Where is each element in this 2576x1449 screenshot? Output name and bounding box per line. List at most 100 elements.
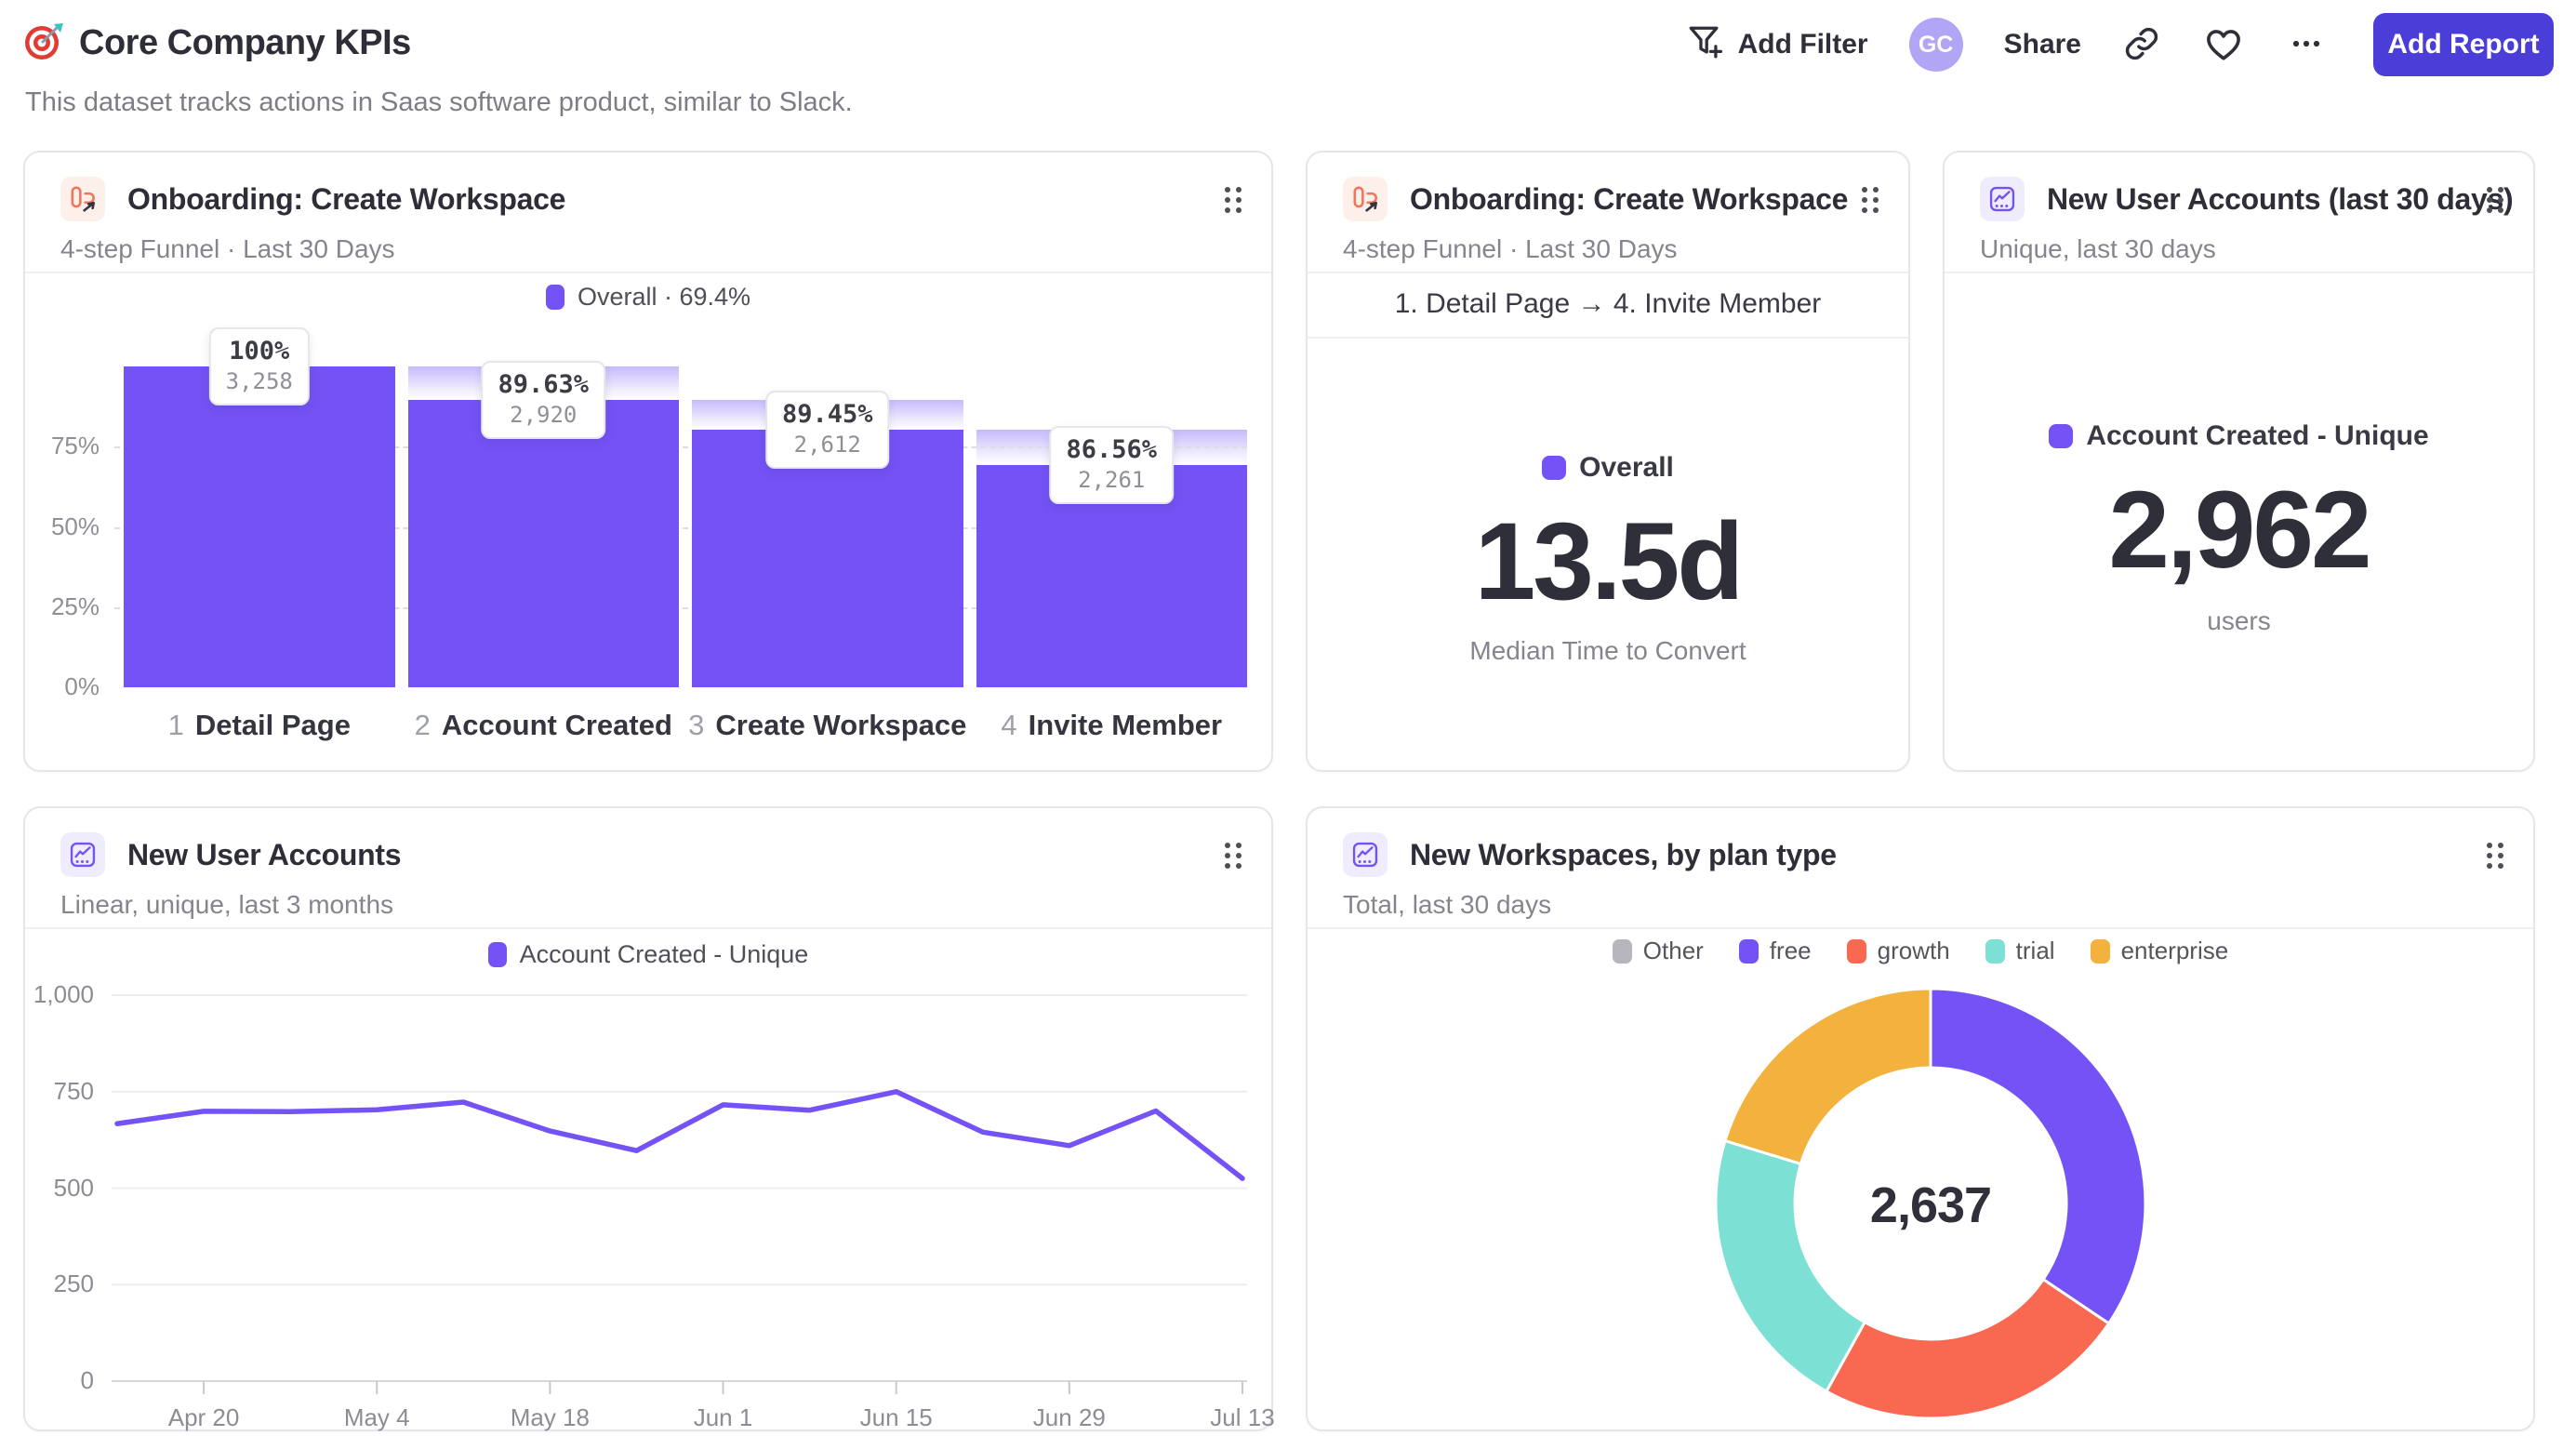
donut-segment-enterprise[interactable]: [1723, 987, 1932, 1166]
card-title: New User Accounts: [127, 837, 402, 871]
legend-swatch: [1985, 938, 2005, 964]
donut-card-header: New Workspaces, by plan type Total, last…: [1343, 832, 2450, 920]
share-button[interactable]: Share: [2004, 29, 2081, 60]
median-card-header: Onboarding: Create Workspace 4-step Funn…: [1343, 177, 1848, 264]
funnel-count: 2,612: [793, 432, 861, 459]
funnel-conversion-pct: 86.56%: [1066, 434, 1158, 464]
trend-x-tick-label: Jul 13: [1210, 1403, 1275, 1431]
trend-line-series[interactable]: [114, 1089, 1245, 1181]
funnel-step-label: 3 Create Workspace: [688, 709, 967, 742]
funnel-chart-icon: [60, 177, 105, 221]
donut-legend-item-growth[interactable]: growth: [1846, 937, 1950, 965]
dashboard-page: Core Company KPIs This dataset tracks ac…: [0, 0, 2576, 1449]
funnel-count: 2,261: [1078, 466, 1146, 493]
median-time-card: Onboarding: Create Workspace 4-step Funn…: [1306, 151, 1910, 772]
card-subtitle: Linear, unique, last 3 months: [60, 890, 394, 919]
funnel-y-tick-label: 25%: [50, 592, 100, 620]
more-options-button[interactable]: [2286, 23, 2327, 67]
favorite-button[interactable]: [2202, 22, 2245, 68]
step-number: 3: [688, 709, 705, 741]
trend-x-tick-label: Jun 15: [859, 1403, 933, 1431]
trend-x-tick-label: Apr 20: [167, 1403, 240, 1431]
donut-segment-free[interactable]: [1929, 987, 2147, 1326]
new-accounts-caption: users: [2207, 606, 2271, 635]
median-time-value: 13.5d: [1474, 500, 1745, 623]
drag-handle-icon[interactable]: [1221, 184, 1245, 219]
trend-y-tick-label: 750: [53, 1076, 94, 1105]
trend-x-tick-label: Jun 29: [1032, 1403, 1106, 1431]
funnel-conversion-pct: 89.63%: [498, 369, 590, 399]
card-title: Onboarding: Create Workspace: [1410, 181, 1849, 216]
card-title: Onboarding: Create Workspace: [127, 181, 566, 216]
funnel-bar-account-created[interactable]: [407, 399, 679, 687]
donut-legend-item-free[interactable]: free: [1738, 937, 1812, 965]
funnel-count: 3,258: [225, 368, 293, 394]
card-title: New User Accounts (last 30 days): [2047, 181, 2514, 216]
legend-swatch: [1738, 938, 1759, 964]
donut-legend-item-enterprise[interactable]: enterprise: [2090, 937, 2229, 965]
trend-x-tick-label: May 18: [510, 1403, 590, 1431]
funnel-bar-label: 89.45% 2,612: [764, 391, 890, 470]
legend-label: free: [1769, 937, 1812, 964]
donut-segment-growth[interactable]: [1824, 1277, 2111, 1420]
drag-handle-icon[interactable]: [2483, 184, 2507, 219]
link-icon: [2122, 24, 2161, 66]
heart-icon: [2202, 22, 2245, 68]
legend-swatch: [2090, 938, 2110, 964]
legend-label: growth: [1877, 937, 1950, 964]
drag-handle-icon[interactable]: [2483, 840, 2507, 874]
legend-label: Overall: [1579, 452, 1674, 483]
funnel-count: 2,920: [510, 401, 578, 428]
line-chart-icon: [1980, 177, 2025, 221]
funnel-card-header: Onboarding: Create Workspace 4-step Funn…: [60, 177, 1188, 264]
card-title: New Workspaces, by plan type: [1410, 837, 1837, 871]
accounts30-card-header: New User Accounts (last 30 days) Unique,…: [1980, 177, 2514, 264]
trend-x-tick-label: Jun 1: [693, 1403, 753, 1431]
funnel-step-labels: 1 Detail Page 2 Account Created 3 Create Work…: [25, 709, 1275, 750]
ellipsis-icon: [2286, 23, 2327, 67]
drag-handle-icon[interactable]: [1221, 840, 1245, 874]
divider: [25, 272, 1271, 273]
trend-x-tick-label: May 4: [343, 1403, 410, 1431]
funnel-bar-detail-page[interactable]: [124, 366, 395, 687]
trend-legend[interactable]: Account Created - Unique: [25, 940, 1271, 969]
legend-label: Other: [1642, 937, 1704, 964]
card-subtitle: 4-step Funnel · Last 30 Days: [60, 234, 395, 263]
trend-line-chart[interactable]: [25, 990, 1275, 1407]
filter-plus-icon: [1684, 20, 1725, 69]
toolbar: Add Filter GC Share Add Report: [1684, 11, 2554, 78]
legend-label: trial: [2015, 937, 2055, 964]
page-subtitle: This dataset tracks actions in Saas soft…: [25, 87, 853, 117]
funnel-chart-icon: [1343, 177, 1388, 221]
divider: [1945, 272, 2533, 273]
new-accounts-value: 2,962: [2108, 469, 2371, 592]
donut-legend-item-trial[interactable]: trial: [1985, 937, 2055, 965]
funnel-y-tick-label: 0%: [64, 672, 100, 700]
trend-y-tick-label: 1,000: [33, 980, 94, 1008]
legend-swatch: [1846, 938, 1866, 964]
funnel-range-label: 1. Detail Page → 4. Invite Member: [1308, 272, 1908, 339]
drag-handle-icon[interactable]: [1858, 184, 1882, 219]
trend-y-tick-label: 500: [53, 1173, 94, 1202]
funnel-y-tick-label: 50%: [50, 512, 100, 540]
funnel-plot: 0% 25% 50% 75% 100% 3,258 89.63% 2,920 89.45% 2,6…: [25, 327, 1275, 700]
legend-label: enterprise: [2120, 937, 2229, 964]
step-name: Create Workspace: [715, 709, 967, 741]
divider: [1308, 927, 2533, 929]
divider: [25, 927, 1271, 929]
copy-link-button[interactable]: [2122, 24, 2161, 66]
avatar[interactable]: GC: [1908, 18, 1963, 72]
donut-center-total: 2,637: [1869, 1177, 1992, 1233]
legend-swatch: [1612, 938, 1632, 964]
legend-swatch: [487, 942, 507, 967]
median-legend[interactable]: Overall: [1308, 452, 1908, 484]
legend-label: Account Created - Unique: [519, 940, 809, 968]
donut-legend-item-other[interactable]: Other: [1612, 937, 1704, 965]
add-report-button[interactable]: Add Report: [2373, 13, 2554, 76]
accounts-trend-card: New User Accounts Linear, unique, last 3…: [23, 806, 1275, 1431]
funnel-legend[interactable]: Overall · 69.4%: [25, 283, 1271, 312]
funnel-bar-label: 89.63% 2,920: [481, 360, 606, 439]
workspaces-plan-card: New Workspaces, by plan type Total, last…: [1306, 806, 2535, 1431]
accounts30-legend[interactable]: Account Created - Unique: [1945, 420, 2533, 452]
add-filter-button[interactable]: Add Filter: [1684, 20, 1868, 69]
